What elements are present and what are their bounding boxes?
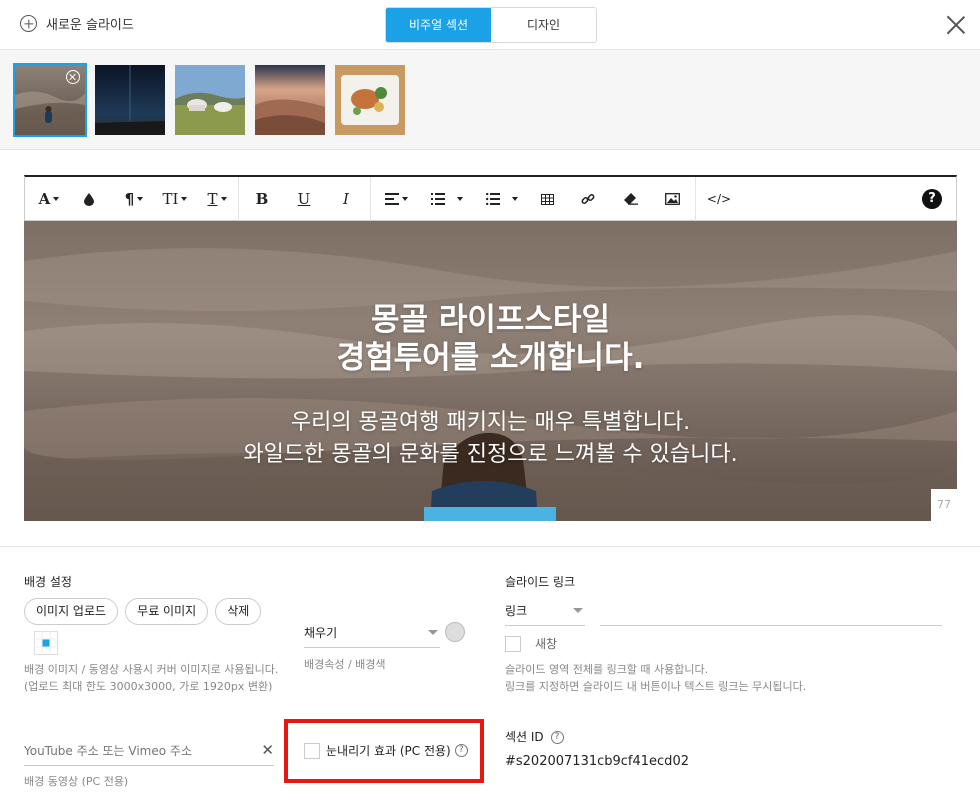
slide-preview: 몽골 라이프스타일 경험투어를 소개합니다. 우리의 몽골여행 패키지는 매우 … (24, 221, 957, 521)
link-type-select[interactable]: 링크 (505, 602, 585, 626)
italic-button[interactable]: I (336, 177, 356, 221)
chevron-down-icon (428, 630, 438, 635)
background-color-swatch[interactable] (445, 622, 465, 642)
chevron-down-icon (573, 608, 583, 613)
text-type-button[interactable]: T (203, 177, 231, 221)
bullet-list-icon[interactable] (482, 177, 522, 221)
link-hint: 슬라이드 영역 전체를 링크할 때 사용합니다. 링크를 지정하면 슬라이드 내… (505, 663, 807, 693)
plus-circle-icon (20, 15, 37, 32)
font-size-button[interactable]: TI (160, 177, 190, 221)
new-window-label: 새창 (535, 637, 558, 651)
tab-visual-section[interactable]: 비주얼 섹션 (386, 8, 491, 42)
bold-button[interactable]: B (252, 177, 272, 221)
new-slide-button[interactable]: 새로운 슬라이드 (20, 14, 134, 33)
slide-link-label: 슬라이드 링크 (505, 575, 576, 589)
slide-thumbnail-yurt-field[interactable] (175, 65, 245, 135)
section-tabs: 비주얼 섹션 디자인 (385, 7, 597, 43)
section-id-label: 섹션 ID ? (505, 728, 564, 745)
new-slide-label: 새로운 슬라이드 (46, 18, 134, 33)
align-icon[interactable] (381, 177, 411, 221)
link-url-input[interactable] (600, 602, 942, 626)
toolbar-divider (695, 177, 696, 221)
help-icon[interactable]: ? (922, 189, 942, 209)
paragraph-button[interactable]: ¶ (120, 177, 148, 221)
ordered-list-icon[interactable] (427, 177, 467, 221)
color-drop-icon[interactable] (79, 177, 99, 221)
hero-title[interactable]: 몽골 라이프스타일 경험투어를 소개합니다. (24, 301, 957, 377)
eraser-icon[interactable] (620, 177, 640, 221)
section-id-value: #s202007131cb9cf41ecd02 (505, 754, 689, 769)
top-bar: 새로운 슬라이드 비주얼 섹션 디자인 (0, 0, 980, 50)
code-view-button[interactable]: </> (707, 177, 731, 221)
upload-image-button[interactable]: 이미지 업로드 (24, 598, 119, 625)
slide-page-number: 77 (931, 489, 957, 521)
slide-thumbnail-desert-person[interactable] (13, 63, 87, 137)
slide-thumbnail-night-sky[interactable] (95, 65, 165, 135)
font-button[interactable]: A (35, 177, 63, 221)
slide-editor: A ¶ TI T B U I </> ? 몽골 라이프스타일 경험투어를 소개합… (24, 175, 957, 521)
clear-icon[interactable]: ✕ (261, 741, 274, 759)
section-divider (0, 546, 980, 547)
toolbar-divider (238, 177, 239, 221)
video-url-field: ✕ (24, 740, 274, 766)
delete-button[interactable]: 삭제 (215, 598, 262, 625)
video-hint: 배경 동영상 (PC 전용) (24, 775, 129, 788)
fill-hint: 배경속성 / 배경색 (304, 658, 386, 671)
new-window-option[interactable]: 새창 (505, 635, 557, 652)
slide-thumbnail-sunset-dunes[interactable] (255, 65, 325, 135)
snow-effect-label: 눈내리기 효과 (PC 전용) (326, 744, 451, 758)
position-grid-icon[interactable] (34, 631, 58, 655)
snow-effect-option[interactable]: 눈내리기 효과 (PC 전용) ? (304, 742, 468, 759)
remove-slide-icon[interactable] (66, 70, 80, 84)
background-hint: 배경 이미지 / 동영상 사용시 커버 이미지로 사용됩니다. (업로드 최대 … (24, 663, 279, 693)
hero-cta-button[interactable] (424, 507, 556, 521)
close-icon[interactable] (946, 15, 966, 35)
question-circle-icon[interactable]: ? (550, 731, 564, 744)
slide-thumbnail-food-plate[interactable] (335, 65, 405, 135)
slide-thumbnail-strip (0, 50, 980, 150)
tab-design[interactable]: 디자인 (491, 8, 596, 42)
background-settings-label: 배경 설정 (24, 575, 72, 589)
image-icon[interactable] (662, 177, 682, 221)
link-icon[interactable] (578, 177, 598, 221)
snow-effect-checkbox[interactable] (304, 742, 320, 759)
background-buttons: 이미지 업로드 무료 이미지 삭제 (24, 598, 263, 625)
video-url-input[interactable] (24, 740, 254, 762)
toolbar-divider (370, 177, 371, 221)
underline-button[interactable]: U (294, 177, 314, 221)
question-circle-icon[interactable]: ? (454, 744, 468, 757)
free-image-button[interactable]: 무료 이미지 (125, 598, 209, 625)
new-window-checkbox[interactable] (505, 635, 521, 652)
table-icon[interactable] (537, 177, 557, 221)
editor-toolbar: A ¶ TI T B U I </> ? (24, 175, 957, 221)
hero-subtitle[interactable]: 우리의 몽골여행 패키지는 매우 특별합니다. 와일드한 몽골의 문화를 진정으… (24, 407, 957, 471)
fill-select[interactable]: 채우기 (304, 624, 440, 648)
